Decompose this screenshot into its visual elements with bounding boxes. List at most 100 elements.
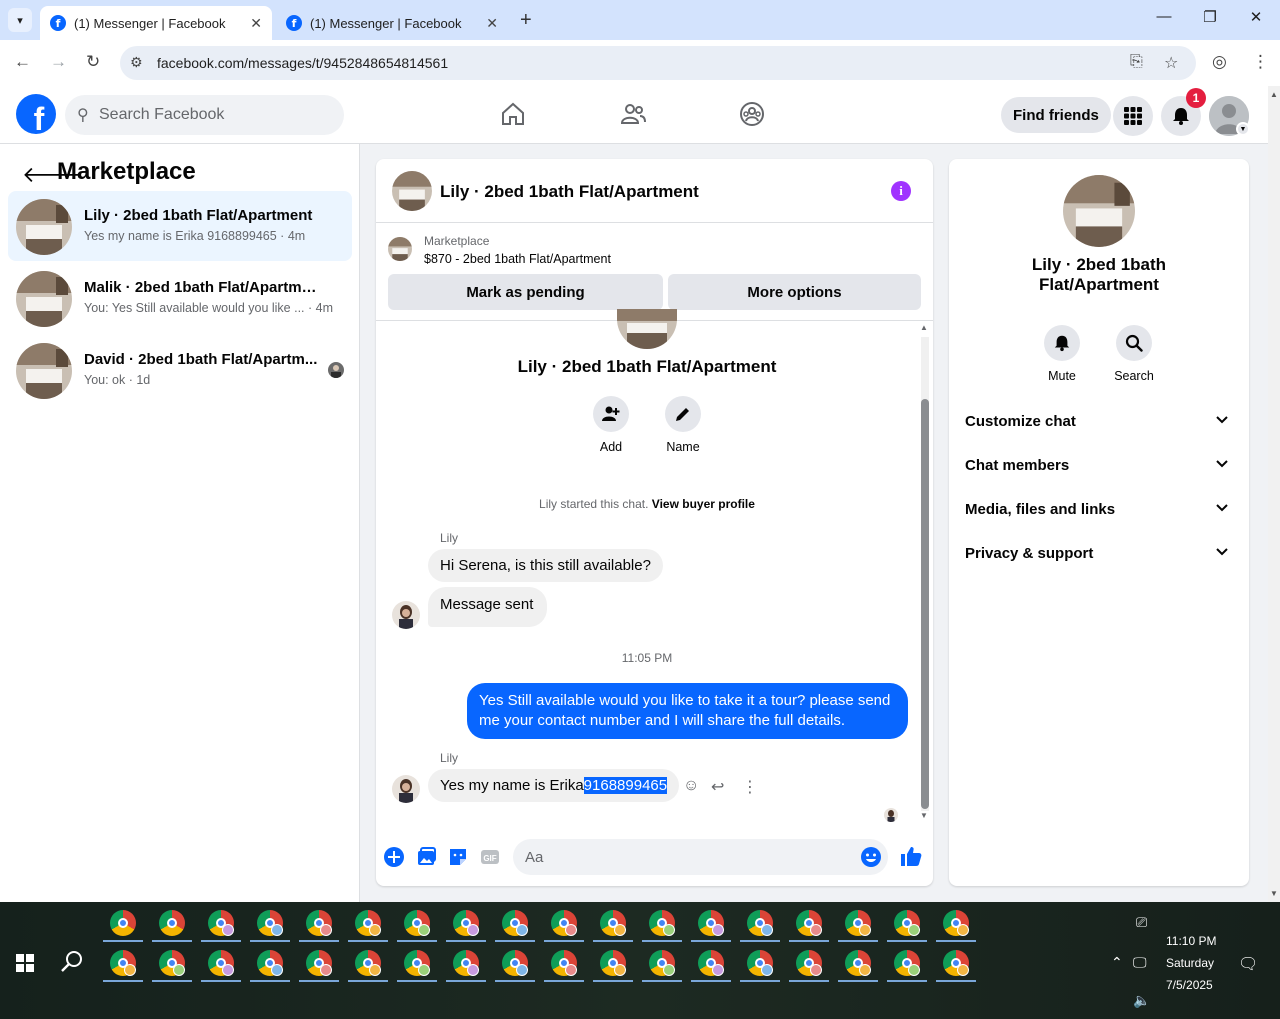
scroll-up-icon[interactable]: ▲ [920, 323, 928, 332]
message-bubble-incoming[interactable]: Yes my name is Erika9168899465 [428, 769, 680, 802]
search-action[interactable]: Search [1104, 325, 1164, 383]
profile-icon[interactable]: ◎ [1212, 52, 1227, 72]
privacy-support-section[interactable]: Privacy & support [965, 539, 1233, 567]
chrome-icon[interactable] [306, 910, 332, 936]
network-icon[interactable]: 🖵 [1133, 954, 1147, 971]
add-people-action[interactable]: Add [581, 396, 641, 454]
chrome-icon[interactable] [698, 950, 724, 976]
reply-icon[interactable]: ↩ [711, 777, 724, 797]
chrome-icon[interactable] [110, 950, 136, 976]
mark-as-pending-button[interactable]: Mark as pending [388, 274, 663, 310]
conversation-item-malik[interactable]: Malik · 2bed 1bath Flat/Apartment You: Y… [8, 263, 352, 333]
gif-icon[interactable]: GIF [479, 846, 501, 868]
more-options-button[interactable]: More options [668, 274, 921, 310]
forward-icon[interactable]: → [50, 52, 67, 72]
chrome-icon[interactable] [649, 950, 675, 976]
chrome-icon[interactable] [159, 950, 185, 976]
back-icon[interactable]: ← [14, 52, 31, 72]
bookmark-star-icon[interactable]: ☆ [1164, 53, 1178, 73]
scroll-down-icon[interactable]: ▼ [1270, 889, 1278, 898]
omnibox[interactable]: ⚙ facebook.com/messages/t/94528486548145… [120, 46, 1196, 80]
info-icon[interactable]: i [891, 181, 911, 201]
chrome-icon[interactable] [747, 910, 773, 936]
chat-members-section[interactable]: Chat members [965, 451, 1233, 479]
scroll-up-icon[interactable]: ▲ [1270, 90, 1278, 99]
sticker-icon[interactable] [447, 846, 469, 868]
url-text[interactable]: facebook.com/messages/t/9452848654814561 [157, 55, 448, 71]
selected-phone-number[interactable]: 9168899465 [583, 777, 668, 794]
chrome-icon[interactable] [355, 950, 381, 976]
photo-icon[interactable] [415, 846, 437, 868]
more-icon[interactable]: ⋮ [742, 777, 758, 797]
chrome-icon[interactable] [845, 910, 871, 936]
chrome-icon[interactable] [404, 950, 430, 976]
chat-scrollbar[interactable]: ▲ ▼ [919, 323, 929, 823]
home-icon[interactable] [499, 100, 527, 128]
name-action[interactable]: Name [653, 396, 713, 454]
chrome-icon[interactable] [453, 910, 479, 936]
show-hidden-icons-icon[interactable]: ⌃ [1111, 954, 1123, 971]
listing-title[interactable]: $870 - 2bed 1bath Flat/Apartment [424, 252, 611, 266]
search-bar[interactable]: ⚲ [65, 95, 344, 135]
lily-avatar[interactable] [392, 601, 420, 629]
chrome-icon[interactable] [796, 950, 822, 976]
new-tab-icon[interactable]: + [520, 9, 532, 32]
install-app-icon[interactable]: ⎘ [1130, 53, 1143, 71]
chrome-icon[interactable] [747, 950, 773, 976]
chrome-icon[interactable] [502, 950, 528, 976]
chrome-icon[interactable] [159, 910, 185, 936]
scroll-thumb[interactable] [921, 399, 929, 809]
facebook-logo-icon[interactable]: f [16, 94, 56, 134]
chrome-icon[interactable] [306, 950, 332, 976]
meet-now-icon[interactable]: ⎚ [1136, 914, 1147, 931]
chrome-icon[interactable] [845, 950, 871, 976]
find-friends-button[interactable]: Find friends [1001, 97, 1111, 133]
message-bubble-incoming[interactable]: Message sent [428, 587, 548, 627]
plus-circle-icon[interactable] [383, 846, 405, 868]
chrome-icon[interactable] [404, 910, 430, 936]
message-bubble-incoming[interactable]: Hi Serena, is this still available? [428, 549, 663, 582]
chrome-icon[interactable] [208, 910, 234, 936]
message-input[interactable] [525, 839, 845, 875]
clock-time[interactable]: 11:10 PM [1166, 934, 1216, 948]
react-emoji-icon[interactable]: ☺ [683, 777, 699, 795]
customize-chat-section[interactable]: Customize chat [965, 407, 1233, 435]
chrome-icon[interactable] [943, 910, 969, 936]
pencil-icon[interactable] [665, 396, 701, 432]
chrome-icon[interactable] [502, 910, 528, 936]
conversation-item-david[interactable]: David · 2bed 1bath Flat/Apartm... You: o… [8, 335, 352, 405]
chrome-icon[interactable] [453, 950, 479, 976]
search-input[interactable] [99, 95, 339, 135]
browser-tab-active[interactable]: f (1) Messenger | Facebook ✕ [40, 6, 272, 40]
chrome-icon[interactable] [355, 910, 381, 936]
reload-icon[interactable]: ↻ [86, 52, 100, 72]
volume-icon[interactable]: 🔈 [1133, 992, 1150, 1009]
view-buyer-profile-link[interactable]: View buyer profile [652, 497, 755, 511]
chrome-icon[interactable] [551, 950, 577, 976]
chrome-icon[interactable] [649, 910, 675, 936]
search-icon[interactable] [1116, 325, 1152, 361]
chevron-down-icon[interactable]: ▼ [1236, 122, 1250, 136]
chrome-icon[interactable] [796, 910, 822, 936]
chat-title[interactable]: Lily · 2bed 1bath Flat/Apartment [440, 182, 699, 202]
groups-icon[interactable] [738, 100, 766, 128]
window-close-icon[interactable]: ✕ [1246, 8, 1266, 26]
menu-grid-button[interactable] [1113, 96, 1153, 136]
conversation-item-lily[interactable]: Lily · 2bed 1bath Flat/Apartment Yes my … [8, 191, 352, 261]
chrome-icon[interactable] [943, 950, 969, 976]
clock-date[interactable]: 7/5/2025 [1166, 978, 1213, 992]
chrome-icon[interactable] [110, 910, 136, 936]
scroll-down-icon[interactable]: ▼ [920, 811, 928, 820]
mute-action[interactable]: Mute [1032, 325, 1092, 383]
media-files-links-section[interactable]: Media, files and links [965, 495, 1233, 523]
tab-close-icon[interactable]: ✕ [250, 15, 262, 32]
tab-close-icon[interactable]: ✕ [486, 15, 498, 32]
thumbs-up-icon[interactable] [899, 844, 923, 868]
chrome-icon[interactable] [600, 910, 626, 936]
add-person-icon[interactable] [593, 396, 629, 432]
page-scrollbar[interactable]: ▲ ▼ [1268, 86, 1280, 902]
emoji-icon[interactable] [860, 846, 882, 868]
chrome-icon[interactable] [208, 950, 234, 976]
message-bubble-outgoing[interactable]: Yes Still available would you like to ta… [467, 683, 908, 739]
friends-icon[interactable] [619, 100, 647, 128]
